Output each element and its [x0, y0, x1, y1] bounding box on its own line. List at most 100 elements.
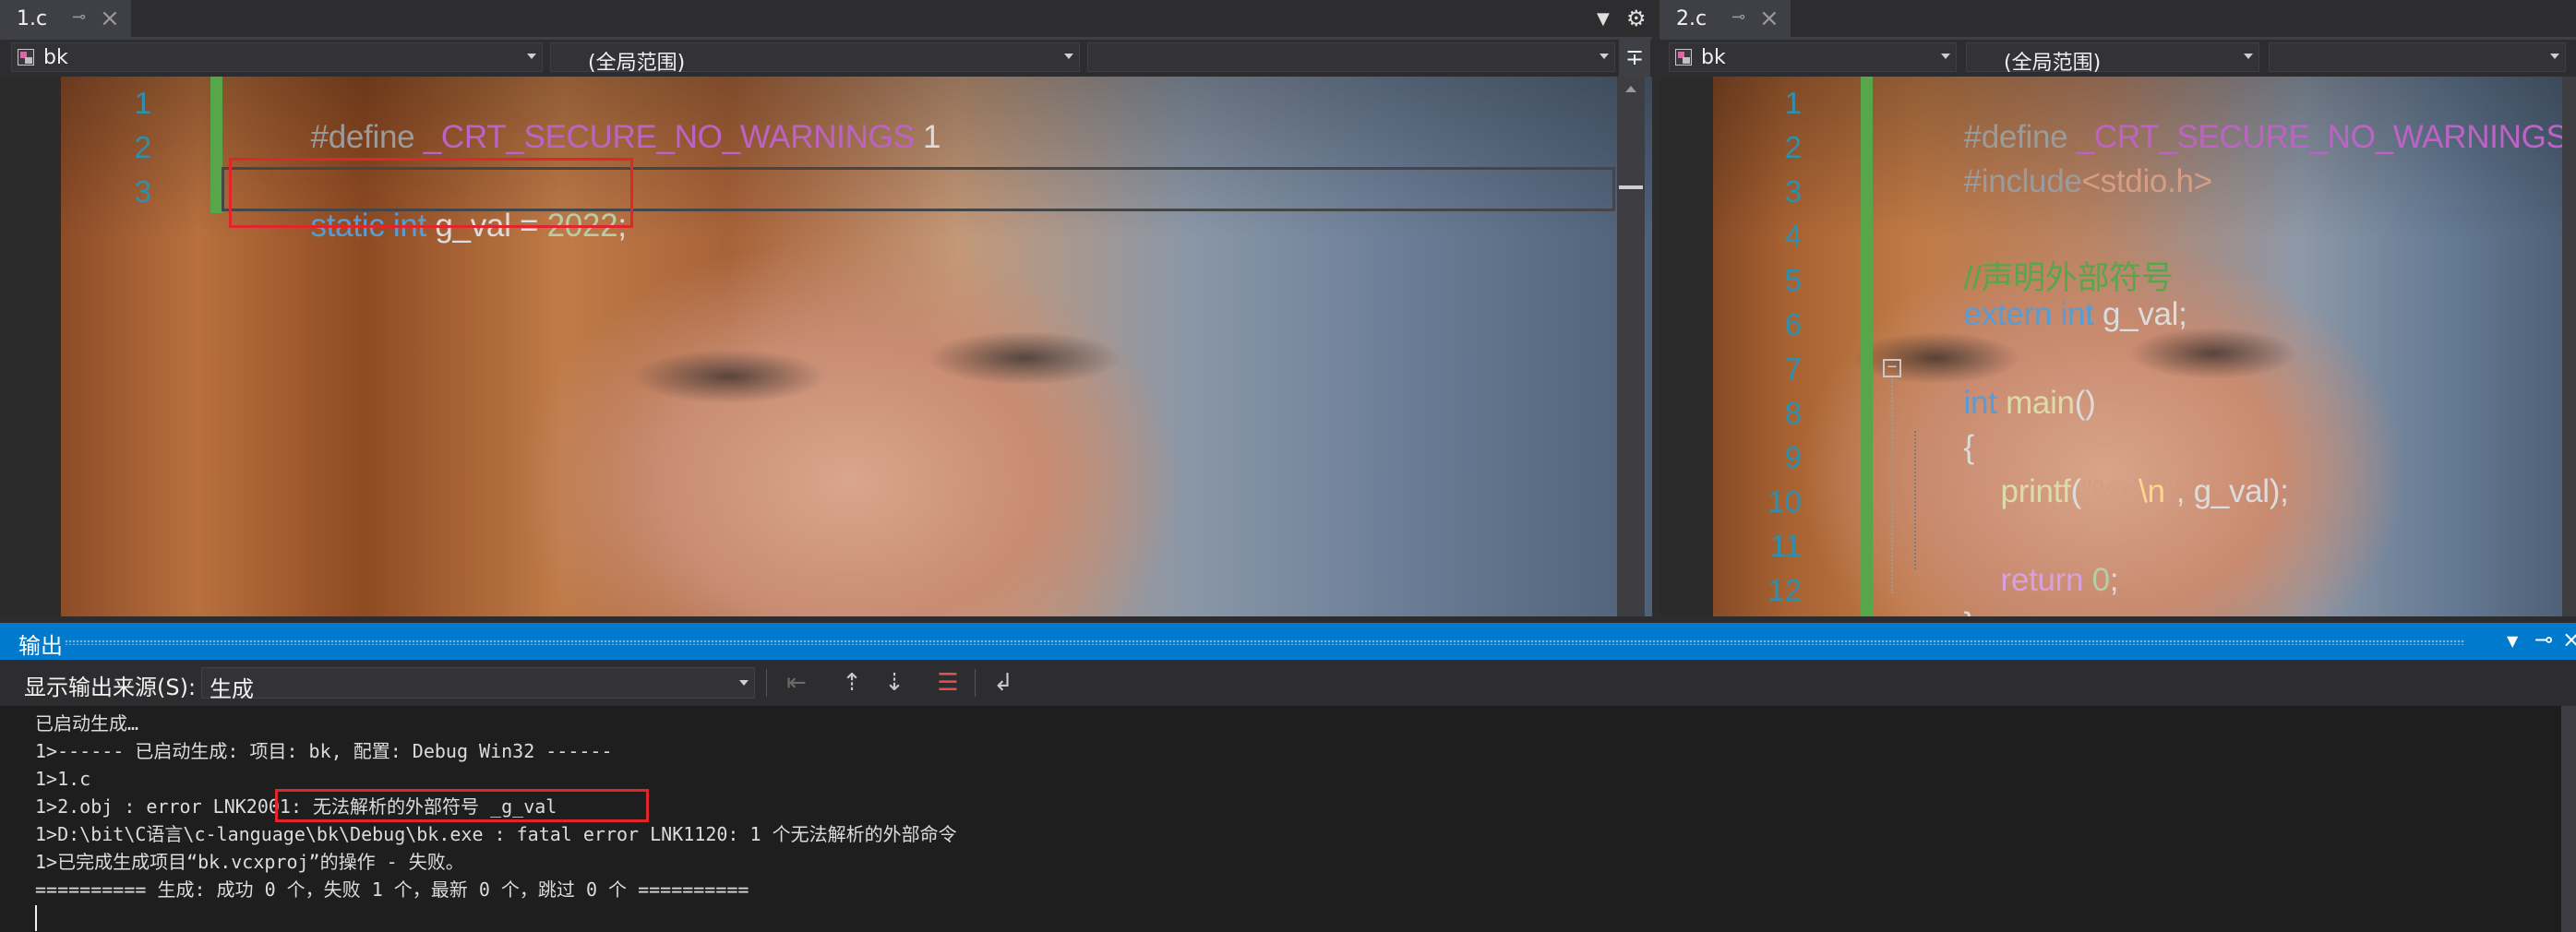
navigation-bar: bk (全局范围)	[1659, 40, 2576, 77]
pin-icon[interactable]: ⊸	[1731, 7, 1745, 27]
line-number: 6	[1784, 307, 1802, 341]
word-wrap-icon[interactable]: ↲	[988, 667, 1019, 699]
macro-name: _CRT_SECURE_NO_WARNINGS	[423, 119, 915, 155]
scope-dropdown[interactable]: (全局范围)	[1966, 42, 2259, 75]
output-panel: 输出 ▼ ⊸ × 显示输出来源(S): 生成 ⇤ ⇡ ⇣ ☰ ↲ 已启动生成… …	[0, 623, 2576, 932]
string-literal: "%d	[2080, 473, 2139, 509]
output-line: 1>D:\bit\C语言\c-language\bk\Debug\bk.exe …	[35, 823, 957, 845]
document-tab-bar: 2.c ⊸ ×	[1659, 0, 2576, 40]
escape-sequence: \n	[2139, 473, 2165, 509]
arguments: , g_val);	[2175, 473, 2289, 509]
navigation-bar: bk (全局范围) ∓	[0, 40, 1652, 77]
output-title: 输出	[18, 633, 63, 659]
clear-all-icon[interactable]: ☰	[932, 667, 964, 699]
gear-icon[interactable]: ⚙	[1626, 6, 1647, 31]
preprocessor-directive: #include	[1963, 163, 2082, 199]
close-icon[interactable]: ×	[2562, 627, 2576, 652]
line-number: 1	[1784, 86, 1802, 120]
macro-value: 1	[922, 119, 941, 155]
scope-dropdown[interactable]: (全局范围)	[550, 42, 1080, 75]
line-number: 9	[1784, 440, 1802, 474]
semicolon: ;	[2109, 562, 2119, 598]
pin-icon[interactable]: ⊸	[72, 7, 86, 27]
tab-1c[interactable]: 1.c ⊸ ×	[0, 0, 131, 37]
include-header: <stdio.h>	[2081, 163, 2213, 199]
tab-2c[interactable]: 2.c ⊸ ×	[1659, 0, 1791, 37]
line-number: 3	[1784, 174, 1802, 209]
paren: (	[2070, 473, 2082, 509]
pin-icon[interactable]: ⊸	[2534, 627, 2553, 652]
toolbar-separator	[766, 669, 767, 697]
project-icon	[1675, 49, 1692, 66]
string-literal: "	[2164, 473, 2176, 509]
output-line: 已启动生成…	[35, 712, 139, 735]
scope-value: (全局范围)	[2004, 52, 2102, 75]
toolbar-separator	[975, 669, 976, 697]
pane-splitter[interactable]	[1652, 0, 1659, 616]
number-literal: 0	[2091, 562, 2110, 598]
function-name: main	[2006, 385, 2075, 421]
change-tracking-bar	[1861, 77, 1873, 616]
next-message-icon[interactable]: ⇣	[879, 667, 910, 699]
keyword: int	[2060, 296, 2094, 332]
tab-title[interactable]: 1.c	[17, 7, 47, 30]
tab-title[interactable]: 2.c	[1676, 7, 1707, 30]
code-editor[interactable]: 1 2 3 #define _CRT_SECURE_NO_WARNINGS 1 …	[0, 77, 1652, 616]
output-source-label: 显示输出来源(S):	[24, 675, 197, 700]
go-to-line-icon[interactable]: ⇤	[781, 667, 812, 699]
keyword: extern	[1963, 296, 2053, 332]
output-title-bar[interactable]: 输出 ▼ ⊸ ×	[0, 623, 2576, 660]
vertical-scrollbar[interactable]	[2561, 706, 2576, 932]
chevron-down-icon	[527, 54, 536, 59]
line-number: 4	[1784, 219, 1802, 253]
line-number: 2	[1784, 130, 1802, 164]
line-number: 3	[134, 174, 151, 209]
keyword: return	[2000, 562, 2084, 598]
collapse-icon[interactable]: −	[1883, 359, 1901, 377]
output-source-dropdown[interactable]: 生成	[201, 667, 755, 702]
chevron-down-icon	[2244, 54, 2253, 59]
line-number: 1	[134, 86, 151, 120]
scroll-thumb[interactable]	[1619, 185, 1643, 189]
close-icon[interactable]: ×	[100, 5, 120, 32]
output-source-value: 生成	[210, 676, 254, 702]
error-highlight-box	[275, 789, 649, 822]
project-dropdown[interactable]: bk	[11, 42, 543, 72]
line-number: 11	[1769, 529, 1802, 563]
window-dropdown-icon[interactable]: ▼	[2507, 632, 2518, 650]
project-dropdown[interactable]: bk	[1669, 42, 1957, 72]
preprocessor-directive: #define	[310, 119, 415, 155]
member-dropdown[interactable]	[1087, 42, 1615, 72]
output-line: 1>已完成生成项目“bk.vcxproj”的操作 - 失败。	[35, 851, 464, 873]
split-window-button[interactable]: ∓	[1619, 40, 1650, 77]
project-icon	[18, 49, 34, 66]
scope-value: (全局范围)	[588, 52, 686, 75]
close-icon[interactable]: ×	[1759, 5, 1779, 32]
member-dropdown[interactable]	[2269, 42, 2566, 72]
output-line: 1>------ 已启动生成: 项目: bk, 配置: Debug Win32 …	[35, 740, 613, 762]
title-grip	[65, 639, 2465, 645]
project-name: bk	[1701, 46, 1726, 69]
parens: ()	[2074, 385, 2096, 421]
chevron-down-icon	[2550, 54, 2559, 59]
scroll-up-icon[interactable]	[1625, 86, 1636, 92]
text-caret	[35, 905, 37, 931]
line-number: 8	[1784, 396, 1802, 430]
editor-pane-1c: 1.c ⊸ × ▼ ⚙ bk (全局范围) ∓ 1 2 3 #define _C…	[0, 0, 1652, 616]
output-toolbar: 显示输出来源(S): 生成 ⇤ ⇡ ⇣ ☰ ↲	[0, 660, 2576, 706]
line-number: 5	[1784, 263, 1802, 297]
editor-pane-2c: 2.c ⊸ × bk (全局范围) 1 2 3 4 5 6 7 8 9 10 1…	[1659, 0, 2576, 616]
brace: }	[1964, 606, 1975, 616]
code-editor[interactable]: 1 2 3 4 5 6 7 8 9 10 11 12 #define _CRT_…	[1659, 77, 2576, 616]
highlight-box	[229, 158, 633, 228]
output-line: ========== 生成: 成功 0 个，失败 1 个，最新 0 个，跳过 0…	[35, 878, 749, 901]
fold-guide	[1891, 379, 1893, 593]
vertical-scrollbar[interactable]	[1617, 77, 1645, 616]
tab-dropdown-icon[interactable]: ▼	[1597, 9, 1610, 29]
identifier: g_val;	[2102, 296, 2187, 332]
vertical-scrollbar[interactable]	[2562, 77, 2576, 616]
chevron-down-icon	[1064, 54, 1073, 59]
chevron-down-icon	[739, 680, 749, 686]
project-name: bk	[43, 46, 68, 69]
previous-message-icon[interactable]: ⇡	[836, 667, 868, 699]
